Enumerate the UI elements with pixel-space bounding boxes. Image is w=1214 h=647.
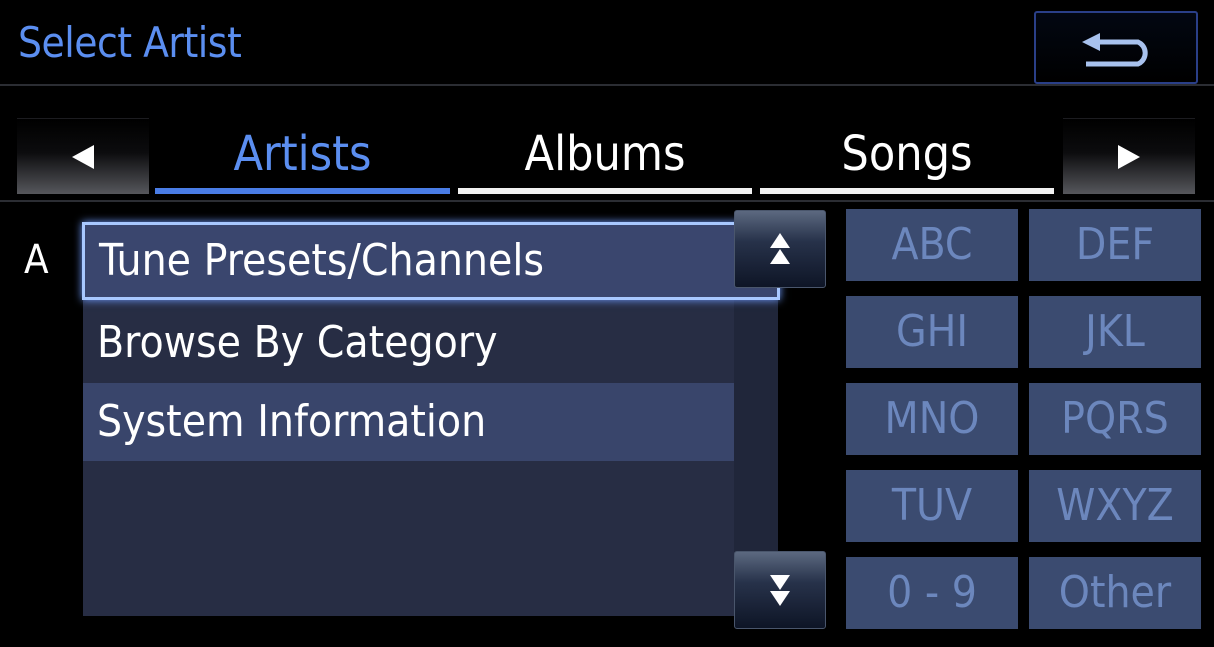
key-jkl[interactable]: JKL <box>1029 296 1201 368</box>
header-divider <box>0 84 1214 86</box>
list-item-tune-presets-channels[interactable]: Tune Presets/Channels <box>82 222 780 300</box>
triangle-right-icon <box>1118 144 1140 169</box>
tab-label: Songs <box>841 126 973 182</box>
tab-label: Artists <box>233 126 372 182</box>
tabs-divider <box>0 200 1214 202</box>
key-tuv[interactable]: TUV <box>846 470 1018 542</box>
key-wxyz[interactable]: WXYZ <box>1029 470 1201 542</box>
tab-label: Albums <box>524 126 686 182</box>
scroll-down-button[interactable] <box>734 551 826 629</box>
list-item-system-information[interactable]: System Information <box>83 383 778 461</box>
tab-prev-button[interactable] <box>17 118 149 194</box>
key-0-9[interactable]: 0 - 9 <box>846 557 1018 629</box>
key-other[interactable]: Other <box>1029 557 1201 629</box>
scrollbar-track[interactable] <box>734 288 778 552</box>
tab-underline <box>458 188 752 194</box>
double-chevron-up-icon <box>770 233 790 264</box>
triangle-left-icon <box>72 144 94 169</box>
index-letter: A <box>24 237 49 283</box>
double-chevron-down-icon <box>770 575 790 606</box>
key-pqrs[interactable]: PQRS <box>1029 383 1201 455</box>
list-item-label: Browse By Category <box>97 317 498 368</box>
page-title: Select Artist <box>18 18 242 67</box>
tab-underline <box>155 188 450 194</box>
tab-next-button[interactable] <box>1063 118 1195 194</box>
list-item-label: Tune Presets/Channels <box>99 235 545 286</box>
tab-songs[interactable]: Songs <box>760 118 1054 194</box>
key-ghi[interactable]: GHI <box>846 296 1018 368</box>
tab-artists[interactable]: Artists <box>155 118 450 194</box>
key-mno[interactable]: MNO <box>846 383 1018 455</box>
tab-albums[interactable]: Albums <box>458 118 752 194</box>
back-button[interactable] <box>1034 11 1198 84</box>
list-item-browse-by-category[interactable]: Browse By Category <box>83 304 778 382</box>
return-arrow-icon <box>1082 32 1148 66</box>
scroll-up-button[interactable] <box>734 210 826 288</box>
key-def[interactable]: DEF <box>1029 209 1201 281</box>
list-item-label: System Information <box>97 396 487 447</box>
key-abc[interactable]: ABC <box>846 209 1018 281</box>
tab-underline <box>760 188 1054 194</box>
